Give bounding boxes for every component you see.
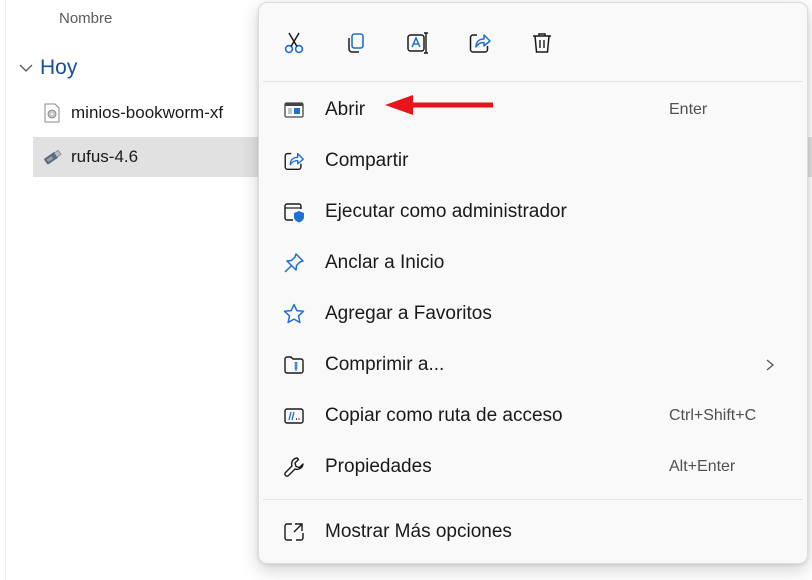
zip-folder-icon — [281, 352, 307, 378]
admin-shield-icon — [281, 199, 307, 225]
share-icon — [281, 148, 307, 174]
chevron-right-icon — [766, 359, 775, 371]
menu-item-label: Comprimir a... — [325, 354, 445, 375]
red-arrow-annotation — [385, 95, 493, 115]
menu-separator — [263, 81, 803, 82]
scissors-icon — [284, 32, 304, 54]
menu-item-label: Abrir — [325, 99, 366, 120]
menu-item-compress-to[interactable]: Comprimir a... — [263, 342, 803, 388]
trash-icon — [533, 33, 551, 53]
usb-drive-icon — [41, 146, 63, 168]
menu-item-shortcut: Alt+Enter — [669, 458, 736, 475]
menu-item-pin-to-start[interactable]: Anclar a Inicio — [263, 240, 803, 286]
copy-icon — [348, 33, 364, 53]
column-header-name[interactable]: Nombre — [59, 10, 112, 27]
delete-button[interactable] — [527, 25, 557, 61]
column-divider — [0, 0, 6, 580]
menu-item-open[interactable]: Abrir Enter — [263, 87, 803, 133]
quick-actions-bar — [279, 23, 557, 63]
file-name: minios-bookworm-xf — [71, 103, 224, 122]
group-header-label: Hoy — [40, 56, 78, 79]
cut-button[interactable] — [279, 25, 309, 61]
menu-item-label: Propiedades — [325, 456, 432, 477]
share-button[interactable] — [465, 25, 495, 61]
menu-item-run-as-admin[interactable]: Ejecutar como administrador — [263, 189, 803, 235]
menu-item-label: Agregar a Favoritos — [325, 303, 492, 324]
disc-image-icon — [41, 102, 63, 124]
file-name: rufus-4.6 — [71, 147, 139, 166]
star-icon — [281, 301, 307, 327]
menu-item-label: Compartir — [325, 150, 409, 171]
group-header-today[interactable]: Hoy — [18, 56, 77, 80]
more-options-icon — [281, 519, 307, 545]
menu-item-label: Mostrar Más opciones — [325, 521, 512, 542]
menu-item-properties[interactable]: Propiedades Alt+Enter — [263, 444, 803, 490]
menu-item-label: Ejecutar como administrador — [325, 201, 567, 222]
path-icon — [281, 403, 307, 429]
context-menu: Abrir Enter Compartir Ejecutar como admi… — [258, 2, 808, 564]
menu-item-label: Anclar a Inicio — [325, 252, 445, 273]
menu-item-shortcut: Ctrl+Shift+C — [669, 407, 757, 424]
share-icon — [469, 34, 491, 53]
menu-item-label: Copiar como ruta de acceso — [325, 405, 563, 426]
menu-separator — [263, 499, 803, 500]
menu-item-share[interactable]: Compartir — [263, 138, 803, 184]
menu-item-show-more-options[interactable]: Mostrar Más opciones — [263, 509, 803, 555]
open-window-icon — [281, 97, 307, 123]
copy-button[interactable] — [341, 25, 371, 61]
rename-icon — [407, 32, 428, 54]
pin-icon — [281, 250, 307, 276]
wrench-icon — [281, 454, 307, 480]
menu-item-copy-as-path[interactable]: Copiar como ruta de acceso Ctrl+Shift+C — [263, 393, 803, 439]
menu-item-shortcut: Enter — [669, 101, 708, 118]
chevron-down-icon — [19, 64, 33, 72]
menu-item-add-to-favorites[interactable]: Agregar a Favoritos — [263, 291, 803, 337]
rename-button[interactable] — [403, 25, 433, 61]
